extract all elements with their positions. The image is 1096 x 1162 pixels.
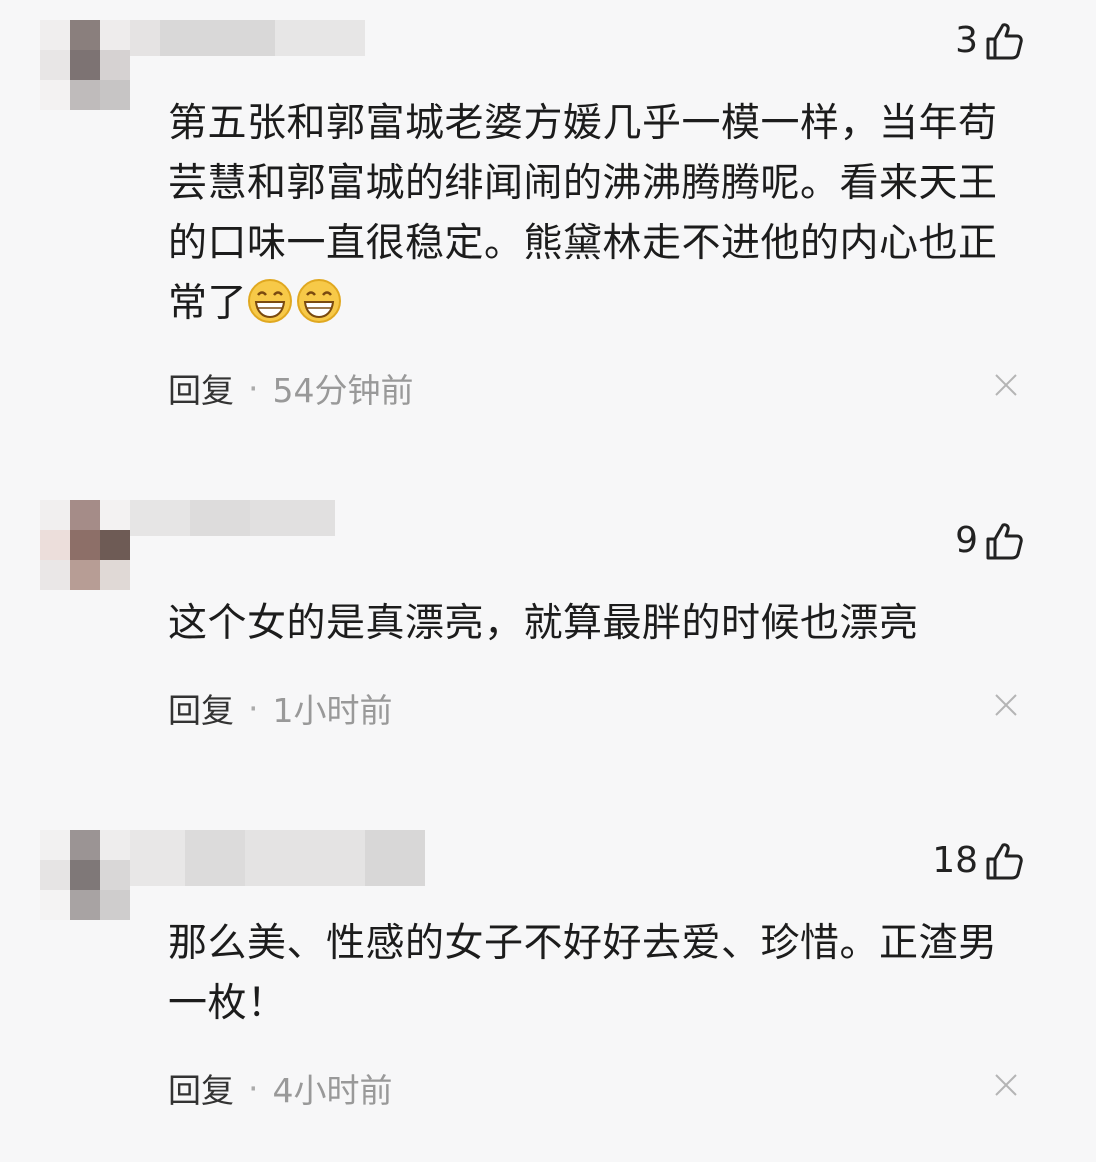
comment-time: 54分钟前 <box>272 371 414 410</box>
reply-button[interactable]: 回复 <box>168 684 234 732</box>
grin-emoji <box>248 279 293 323</box>
like-button[interactable]: 9 <box>955 520 1024 561</box>
like-count: 9 <box>955 520 978 561</box>
comment-meta: 回复 · 4小时前 <box>168 1064 393 1112</box>
comment-time: 1小时前 <box>272 691 393 730</box>
username[interactable] <box>130 20 365 56</box>
comment-text: 那么美、性感的女子不好好去爱、珍惜。正渣男一枚！ <box>168 921 998 1026</box>
comment-meta: 回复 · 54分钟前 <box>168 364 414 412</box>
comment-text: 第五张和郭富城老婆方媛几乎一模一样，当年苟芸慧和郭富城的绯闻闹的沸沸腾腾呢。看来… <box>168 101 998 326</box>
reply-button[interactable]: 回复 <box>168 364 234 412</box>
username[interactable] <box>130 500 335 536</box>
grin-emoji <box>297 279 342 323</box>
close-icon[interactable] <box>994 1073 1018 1097</box>
like-button[interactable]: 3 <box>955 20 1024 61</box>
like-button[interactable]: 18 <box>932 840 1024 881</box>
username[interactable] <box>130 830 425 886</box>
thumbs-up-icon <box>986 522 1023 559</box>
close-icon[interactable] <box>994 693 1018 717</box>
like-count: 3 <box>955 20 978 61</box>
reply-button[interactable]: 回复 <box>168 1064 234 1112</box>
separator: · <box>248 368 259 408</box>
thumbs-up-icon <box>986 842 1023 879</box>
avatar[interactable] <box>40 20 130 110</box>
avatar[interactable] <box>40 500 130 590</box>
close-icon[interactable] <box>994 373 1018 397</box>
comment-meta: 回复 · 1小时前 <box>168 684 393 732</box>
like-count: 18 <box>932 840 978 881</box>
separator: · <box>248 688 259 728</box>
comment-text: 这个女的是真漂亮，就算最胖的时候也漂亮 <box>168 601 919 646</box>
thumbs-up-icon <box>986 22 1023 59</box>
comment-time: 4小时前 <box>272 1071 393 1110</box>
avatar[interactable] <box>40 830 130 920</box>
separator: · <box>248 1068 259 1108</box>
